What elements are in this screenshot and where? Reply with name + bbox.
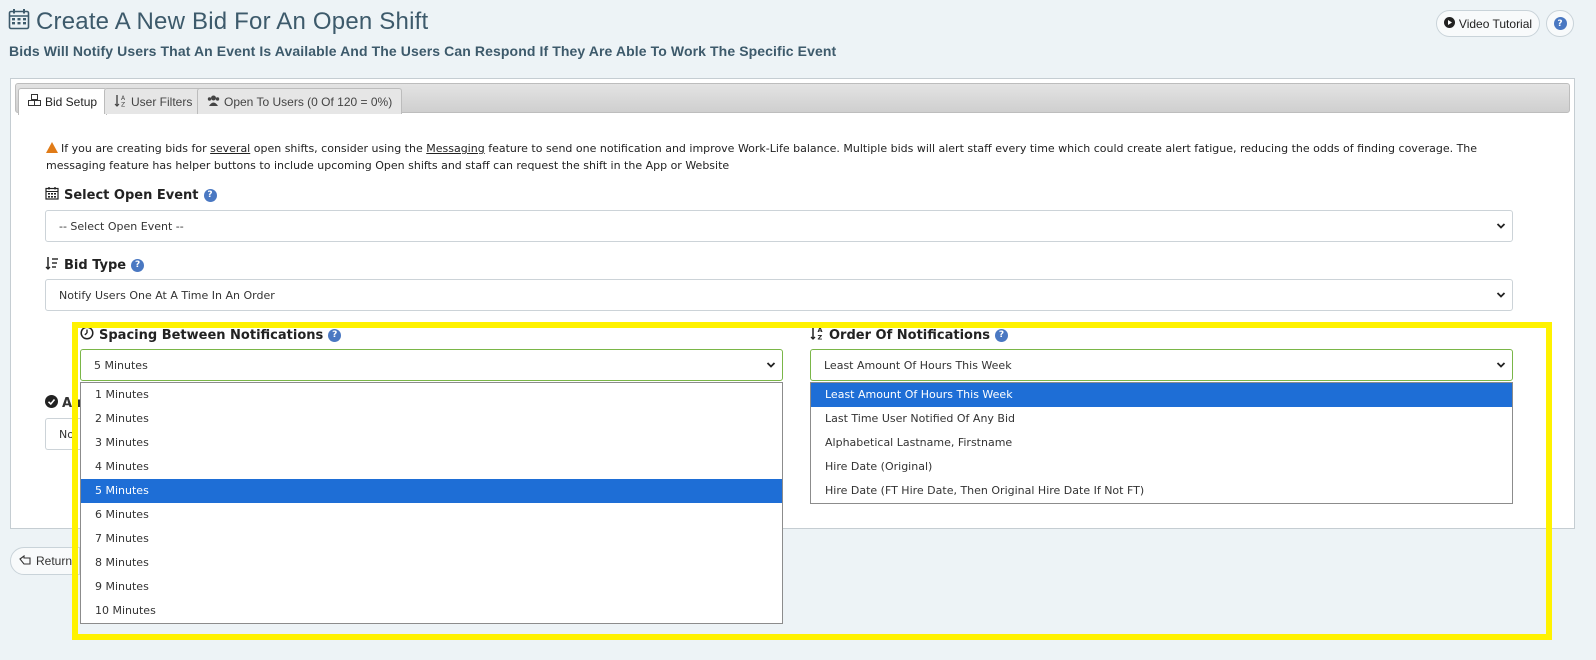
messaging-link[interactable]: Messaging <box>426 142 484 155</box>
order-value: Least Amount Of Hours This Week <box>824 358 1012 372</box>
tab-user-filters-label: User Filters <box>131 94 193 109</box>
clock-icon <box>80 326 94 344</box>
help-icon[interactable]: ? <box>328 328 342 342</box>
order-option[interactable]: Alphabetical Lastname, Firstname <box>811 431 1512 455</box>
video-tutorial-button[interactable]: Video Tutorial <box>1436 10 1540 37</box>
order-dropdown[interactable]: Least Amount Of Hours This Week <box>810 349 1513 381</box>
page-subtitle: Bids Will Notify Users That An Event Is … <box>9 43 837 59</box>
order-label-text: Order Of Notifications <box>829 327 990 343</box>
chevron-down-icon <box>1496 223 1506 229</box>
calendar-icon <box>8 8 30 37</box>
select-open-event-label-text: Select Open Event <box>64 187 199 203</box>
hand-pointer-icon <box>19 553 32 569</box>
select-open-event-dropdown[interactable]: -- Select Open Event -- <box>45 210 1513 242</box>
notice-text-1: If you are creating bids for <box>61 142 211 155</box>
order-option[interactable]: Hire Date (Original) <box>811 455 1512 479</box>
auto-label-partial: Au <box>45 395 81 412</box>
several-link[interactable]: several <box>210 142 250 155</box>
tab-bid-setup-label: Bid Setup <box>45 95 98 109</box>
notice-text-2: open shifts, consider using the <box>250 142 427 155</box>
bid-type-dropdown[interactable]: Notify Users One At A Time In An Order <box>45 279 1513 311</box>
page-title: Create A New Bid For An Open Shift <box>8 6 428 38</box>
order-option[interactable]: Last Time User Notified Of Any Bid <box>811 407 1512 431</box>
help-icon[interactable]: ? <box>131 258 145 272</box>
help-icon[interactable]: ? <box>203 188 217 202</box>
svg-text:Z: Z <box>818 334 823 341</box>
chevron-down-icon <box>1496 362 1506 368</box>
return-label: Return <box>36 554 73 568</box>
auto-label-text: Au <box>62 396 81 411</box>
spacing-option[interactable]: 10 Minutes <box>81 599 782 623</box>
spacing-option[interactable]: 4 Minutes <box>81 455 782 479</box>
chevron-down-icon <box>766 362 776 368</box>
help-icon[interactable]: ? <box>994 328 1008 342</box>
page-title-text: Create A New Bid For An Open Shift <box>36 8 429 35</box>
sort-alpha-icon: AZ <box>114 94 127 110</box>
help-button[interactable]: ? <box>1546 10 1574 37</box>
check-circle-icon <box>45 395 58 412</box>
order-label: AZ Order Of Notifications ? <box>810 326 1008 344</box>
spacing-option[interactable]: 5 Minutes <box>81 479 782 503</box>
tab-open-to-users[interactable]: Open To Users (0 Of 120 = 0%) <box>197 88 403 114</box>
tab-open-to-users-label: Open To Users (0 Of 120 = 0%) <box>224 94 393 109</box>
spacing-label: Spacing Between Notifications ? <box>80 326 342 344</box>
messaging-notice: If you are creating bids for several ope… <box>46 140 1531 174</box>
order-option[interactable]: Least Amount Of Hours This Week <box>811 383 1512 407</box>
spacing-dropdown[interactable]: 5 Minutes <box>80 349 783 381</box>
warning-icon <box>46 142 58 153</box>
play-icon <box>1443 16 1455 31</box>
select-open-event-value: -- Select Open Event -- <box>59 219 184 233</box>
spacing-option[interactable]: 1 Minutes <box>81 383 782 407</box>
sort-numeric-icon <box>45 256 59 274</box>
cubes-icon <box>28 94 41 110</box>
video-tutorial-label: Video Tutorial <box>1458 16 1533 31</box>
spacing-option[interactable]: 8 Minutes <box>81 551 782 575</box>
auto-select-partial[interactable]: No <box>45 418 85 450</box>
bid-type-label: Bid Type ? <box>45 256 145 274</box>
calendar-icon <box>45 186 59 204</box>
spacing-label-text: Spacing Between Notifications <box>99 327 324 343</box>
select-open-event-label: Select Open Event ? <box>45 186 217 204</box>
return-button[interactable]: Return <box>10 547 80 575</box>
tab-bar: Bid Setup AZ User Filters Open To Users … <box>15 83 1570 115</box>
spacing-option[interactable]: 7 Minutes <box>81 527 782 551</box>
help-icon: ? <box>1553 17 1567 30</box>
spacing-option[interactable]: 9 Minutes <box>81 575 782 599</box>
spacing-option[interactable]: 2 Minutes <box>81 407 782 431</box>
order-option[interactable]: Hire Date (FT Hire Date, Then Original H… <box>811 479 1512 503</box>
spacing-value: 5 Minutes <box>94 358 148 372</box>
spacing-option[interactable]: 3 Minutes <box>81 431 782 455</box>
tab-bid-setup[interactable]: Bid Setup <box>18 88 108 115</box>
bid-type-label-text: Bid Type <box>64 257 127 273</box>
users-icon <box>207 94 220 110</box>
tab-user-filters[interactable]: AZ User Filters <box>104 88 203 114</box>
chevron-down-icon <box>1496 292 1506 298</box>
svg-text:Z: Z <box>121 101 125 107</box>
spacing-options-list: 1 Minutes 2 Minutes 3 Minutes 4 Minutes 5 Mi… <box>80 382 783 624</box>
bid-type-value: Notify Users One At A Time In An Order <box>59 288 275 302</box>
sort-alpha-icon: AZ <box>810 326 824 344</box>
spacing-option[interactable]: 6 Minutes <box>81 503 782 527</box>
auto-select-value: No <box>59 427 74 441</box>
order-options-list: Least Amount Of Hours This Week Last Time… <box>810 382 1513 504</box>
